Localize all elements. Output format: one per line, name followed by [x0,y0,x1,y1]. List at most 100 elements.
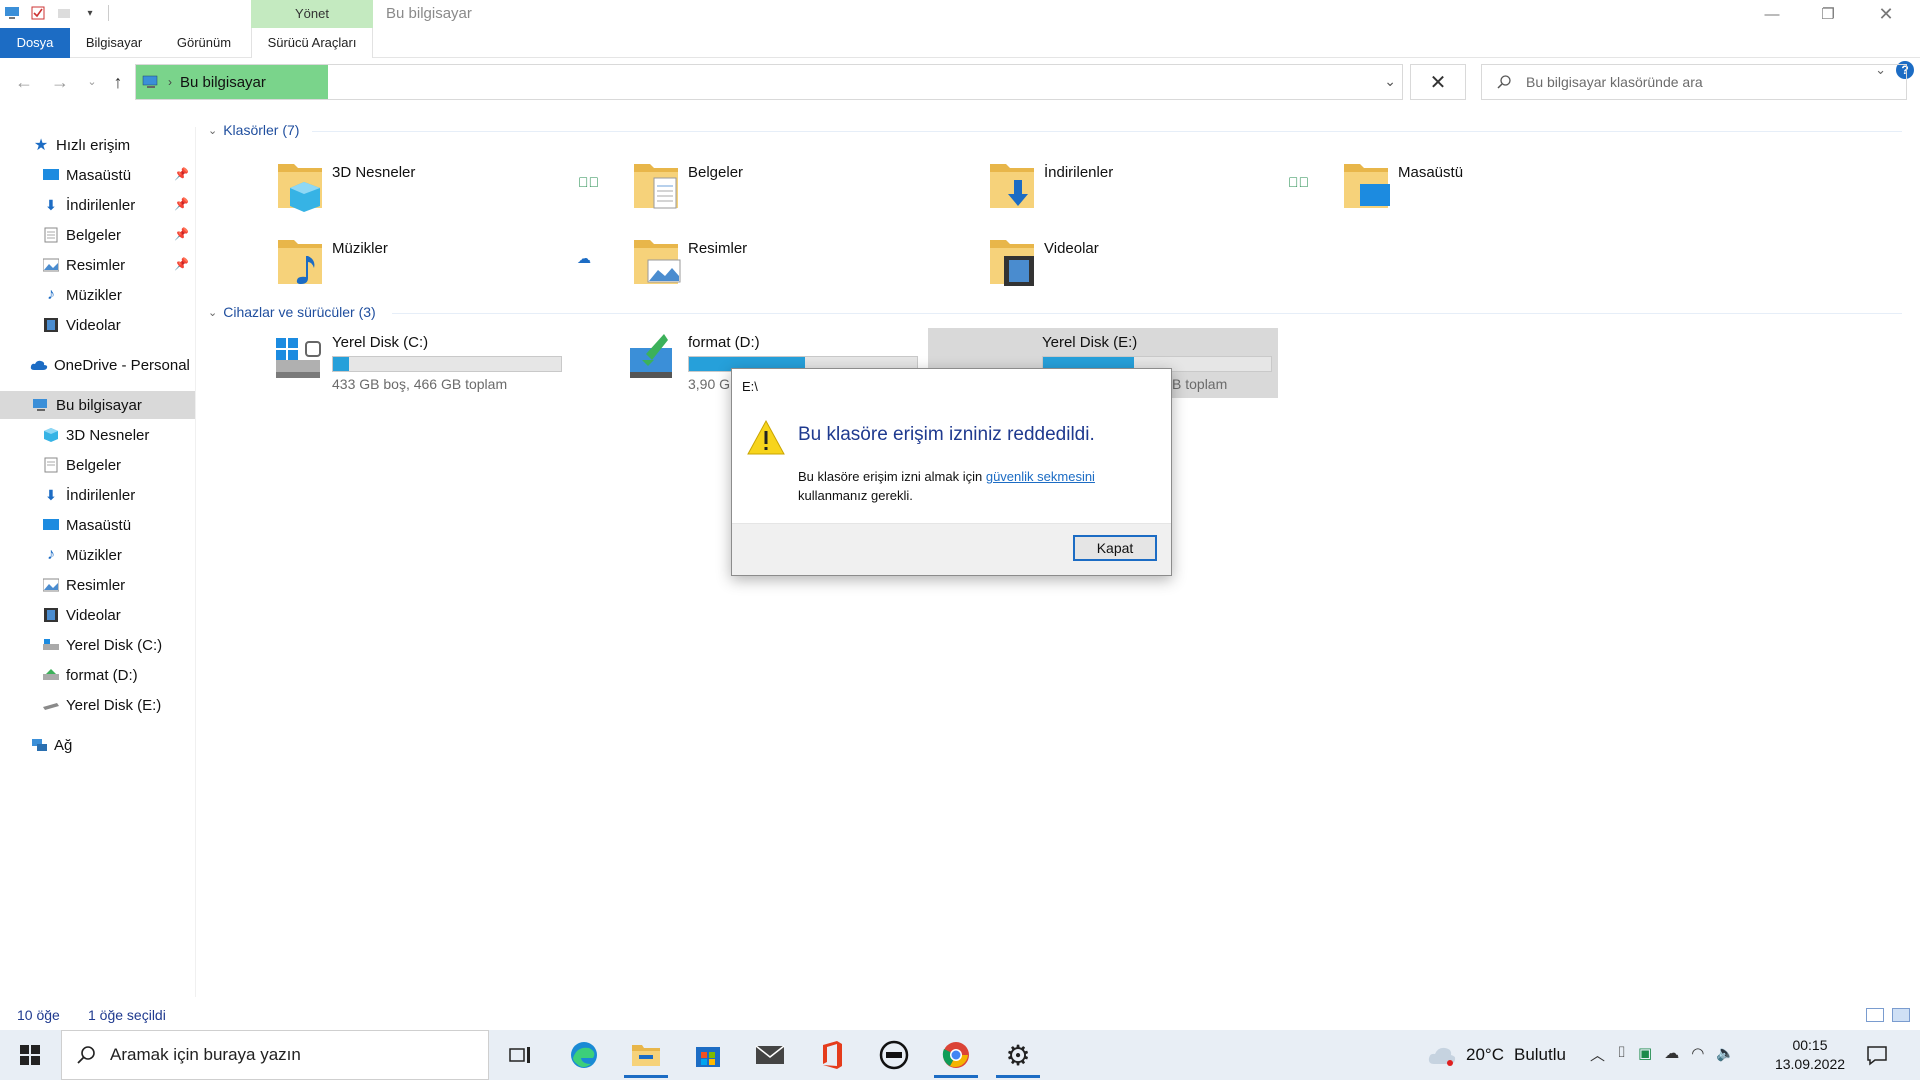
sidebar-item-quick-access[interactable]: ★ Hızlı erişim [0,131,195,159]
restore-button[interactable]: ❐ [1800,0,1856,28]
sidebar-item-3d-objects[interactable]: 3D Nesneler [0,421,195,449]
devices-group-header[interactable]: ⌄ Cihazlar ve sürücüler (3) [208,304,376,320]
properties-icon[interactable] [30,5,46,21]
sidebar-item-documents[interactable]: Belgeler 📌 [0,221,195,249]
taskbar-settings[interactable]: ⚙ [988,1030,1048,1080]
folder-3d-objects[interactable]: 3D Nesneler [276,158,606,228]
camera-icon[interactable]: ⌷ [1617,1044,1626,1065]
tab-computer[interactable]: Bilgisayar [78,28,150,58]
sidebar-item-downloads[interactable]: ⬇ İndirilenler [0,481,195,509]
taskbar-edge[interactable] [554,1030,614,1080]
customize-toolbar-icon[interactable]: ▾ [82,5,98,21]
sidebar-item-desktop[interactable]: Masaüstü [0,511,195,539]
chevron-up-icon[interactable]: ︿ [1590,1044,1605,1065]
view-switcher [1866,1008,1910,1022]
new-folder-icon[interactable] [56,5,72,21]
address-bar[interactable]: › Bu bilgisayar ⌄ [135,64,1403,100]
sidebar-item-music[interactable]: ♪ Müzikler [0,541,195,569]
folder-pictures[interactable]: Resimler [632,234,962,304]
taskbar-office[interactable] [802,1030,862,1080]
sidebar-item-music[interactable]: ♪ Müzikler [0,281,195,309]
search-box[interactable]: Bu bilgisayar klasöründe ara [1481,64,1907,100]
sidebar-item-pictures[interactable]: Resimler [0,571,195,599]
breadcrumb-item[interactable]: Bu bilgisayar [180,74,266,91]
breadcrumb[interactable]: › Bu bilgisayar [136,65,328,99]
sidebar-item-this-pc[interactable]: Bu bilgisayar [0,391,195,419]
arrow-up-icon: ↑ [113,72,123,92]
pin-icon[interactable]: 📌 [174,197,189,211]
sidebar-item-desktop[interactable]: Masaüstü 📌 [0,161,195,189]
recent-locations-button[interactable]: ⌄ [80,71,104,93]
back-button[interactable]: ← [12,71,36,93]
task-view-button[interactable] [490,1030,550,1080]
drive-c[interactable]: Yerel Disk (C:) 433 GB boş, 466 GB topla… [272,328,592,398]
weather-widget[interactable]: 20°C Bulutlu [1428,1030,1566,1080]
taskbar-store[interactable] [678,1030,738,1080]
film-icon [42,606,60,624]
folder-documents[interactable]: Belgeler [632,158,962,228]
folders-group-header[interactable]: ⌄ Klasörler (7) [208,122,299,138]
sidebar-item-drive-e[interactable]: Yerel Disk (E:) [0,691,195,719]
music-note-icon: ♪ [47,546,55,563]
wifi-icon[interactable]: ◠ [1691,1044,1704,1065]
sidebar-item-pictures[interactable]: Resimler 📌 [0,251,195,279]
search-input[interactable]: Bu bilgisayar klasöründe ara [1526,74,1703,90]
sidebar-item-label: Müzikler [66,546,122,564]
sidebar-item-drive-d[interactable]: format (D:) [0,661,195,689]
sidebar-item-drive-c[interactable]: Yerel Disk (C:) [0,631,195,659]
clear-address-button[interactable]: ✕ [1410,64,1466,100]
chevron-down-icon: ⌄ [87,76,97,88]
sidebar-item-network[interactable]: Ağ [0,731,195,759]
address-dropdown-icon[interactable]: ⌄ [1384,73,1396,90]
forward-button[interactable]: → [48,71,72,93]
folder-music[interactable]: Müzikler [276,234,606,304]
drive-name: format (D:) [688,334,760,351]
tab-file[interactable]: Dosya [0,28,70,58]
breadcrumb-separator: › [168,75,172,89]
up-button[interactable]: ↑ [106,71,130,93]
folder-videos[interactable]: Videolar [988,234,1318,304]
sidebar-item-downloads[interactable]: ⬇ İndirilenler 📌 [0,191,195,219]
taskbar-search[interactable]: Aramak için buraya yazın [61,1030,489,1080]
drive-space-info: 3,90 G [688,376,731,392]
taskbar-dell[interactable] [864,1030,924,1080]
synced-check-icon: ✓⃝ [1288,174,1309,190]
taskbar-chrome[interactable] [926,1030,986,1080]
pc-icon[interactable] [4,5,20,21]
close-window-button[interactable]: ✕ [1858,0,1914,28]
onedrive-tray-icon[interactable]: ☁ [1664,1044,1679,1065]
folder-desktop[interactable]: Masaüstü [1342,158,1672,228]
sidebar-item-label: Masaüstü [66,516,132,534]
taskbar-file-explorer[interactable] [616,1030,676,1080]
clock[interactable]: 00:15 13.09.2022 [1770,1036,1850,1074]
sidebar-item-videos[interactable]: Videolar [0,601,195,629]
notification-icon[interactable] [1866,1044,1888,1066]
dialog-message: Bu klasöre erişim izni almak için güvenl… [798,467,1158,505]
tab-view[interactable]: Görünüm [170,28,238,58]
folder-downloads[interactable]: İndirilenler [988,158,1318,228]
search-icon [1497,75,1511,89]
volume-icon[interactable]: 🔈 [1716,1044,1735,1065]
tab-drive-tools[interactable]: Sürücü Araçları [251,28,373,58]
drive-usage-fill [333,357,349,371]
security-status-icon[interactable]: ▣ [1638,1044,1652,1065]
network-icon [30,736,48,754]
sidebar-item-onedrive[interactable]: OneDrive - Personal [0,351,195,379]
start-button[interactable] [0,1030,60,1080]
sidebar-item-label: Yerel Disk (E:) [66,696,162,714]
large-icons-view-icon[interactable] [1892,1008,1910,1022]
cloud-icon [30,356,48,374]
drive-usage-bar [332,356,562,372]
arrow-left-icon: ← [15,72,33,92]
pin-icon[interactable]: 📌 [174,227,189,241]
details-view-icon[interactable] [1866,1008,1884,1022]
taskbar-mail[interactable] [740,1030,800,1080]
sidebar-item-documents[interactable]: Belgeler [0,451,195,479]
pin-icon[interactable]: 📌 [174,167,189,181]
sidebar-item-videos[interactable]: Videolar [0,311,195,339]
taskbar-search-input[interactable]: Aramak için buraya yazın [110,1045,301,1065]
pin-icon[interactable]: 📌 [174,257,189,271]
minimize-button[interactable]: — [1744,0,1800,28]
security-tab-link[interactable]: güvenlik sekmesini [986,469,1095,484]
close-button[interactable]: Kapat [1073,535,1157,561]
